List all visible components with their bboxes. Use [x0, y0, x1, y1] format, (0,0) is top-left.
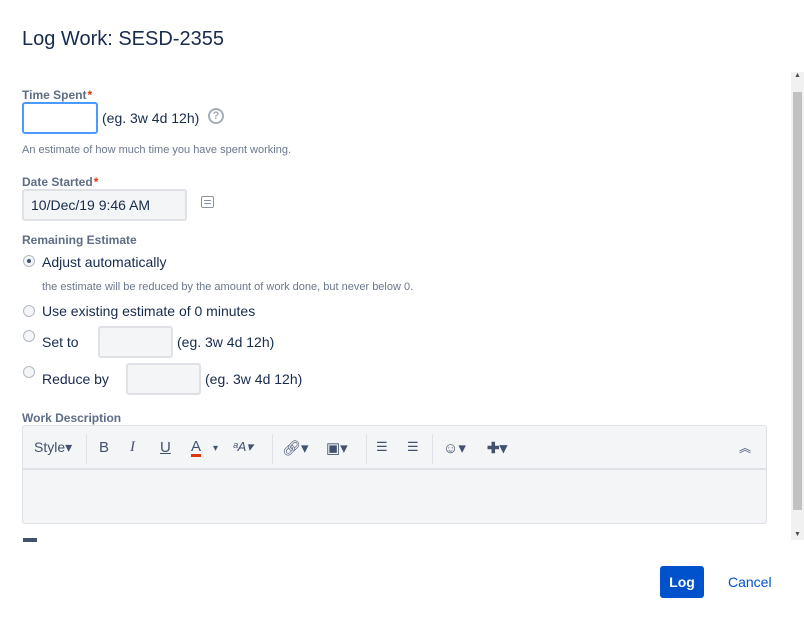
text-format-icon[interactable]: ᵃA▾ [233, 439, 253, 455]
underline-button[interactable]: U [160, 439, 171, 456]
work-description-editor[interactable]: Style▾ B I U A ▾ ᵃA▾ 🔗︎▾ ▣▾ ☰ ☰ ☺▾ ✚▾ ︽ [22, 425, 767, 524]
option-hint: (eg. 3w 4d 12h) [177, 334, 275, 350]
radio-use-existing[interactable] [23, 305, 35, 317]
calendar-icon[interactable] [201, 196, 214, 208]
bold-button[interactable]: B [99, 439, 109, 456]
italic-button[interactable]: I [130, 439, 135, 456]
option-label: Use existing estimate of 0 minutes [42, 303, 256, 319]
collapse-toolbar-icon[interactable]: ︽ [739, 439, 751, 456]
text-color-button[interactable]: A [191, 439, 202, 457]
reduce-by-input[interactable] [126, 363, 201, 395]
set-to-input[interactable] [98, 326, 173, 358]
log-button[interactable]: Log [660, 566, 704, 598]
time-spent-hint: (eg. 3w 4d 12h) [102, 110, 200, 126]
scrollbar[interactable]: ▲ ▼ [791, 72, 804, 540]
date-started-label: Date Started* [22, 175, 99, 189]
radio-adjust-automatically[interactable] [23, 255, 35, 267]
editor-toolbar: Style▾ B I U A ▾ ᵃA▾ 🔗︎▾ ▣▾ ☰ ☰ ☺▾ ✚▾ ︽ [23, 426, 766, 470]
time-spent-help: An estimate of how much time you have sp… [22, 144, 292, 156]
option-label: Adjust automatically [42, 254, 167, 270]
time-spent-input[interactable] [22, 102, 98, 134]
visual-mode-icon[interactable] [23, 538, 37, 542]
numbered-list-icon[interactable]: ☰ [407, 439, 419, 455]
chevron-down-icon[interactable]: ▾ [213, 443, 218, 454]
attachment-icon[interactable]: ▣▾ [326, 439, 348, 457]
dialog-title: Log Work: SESD-2355 [22, 28, 224, 50]
option-label: Set to [42, 334, 79, 350]
cancel-button[interactable]: Cancel [728, 574, 772, 590]
emoji-icon[interactable]: ☺▾ [443, 439, 466, 457]
help-icon[interactable]: ? [208, 108, 224, 124]
radio-reduce-by[interactable] [23, 366, 35, 378]
option-hint: (eg. 3w 4d 12h) [205, 371, 303, 387]
option-label: Reduce by [42, 371, 109, 387]
remaining-estimate-label: Remaining Estimate [22, 233, 137, 247]
time-spent-label: Time Spent* [22, 88, 93, 102]
style-dropdown[interactable]: Style▾ [34, 439, 72, 456]
work-description-label: Work Description [22, 411, 122, 425]
insert-more-icon[interactable]: ✚▾ [487, 439, 507, 457]
bullet-list-icon[interactable]: ☰ [376, 439, 388, 455]
description-textarea[interactable] [23, 470, 766, 522]
radio-set-to[interactable] [23, 330, 35, 342]
date-started-value: 10/Dec/19 9:46 AM [31, 197, 151, 213]
option-hint: the estimate will be reduced by the amou… [42, 281, 414, 293]
link-icon[interactable]: 🔗︎▾ [282, 439, 309, 457]
